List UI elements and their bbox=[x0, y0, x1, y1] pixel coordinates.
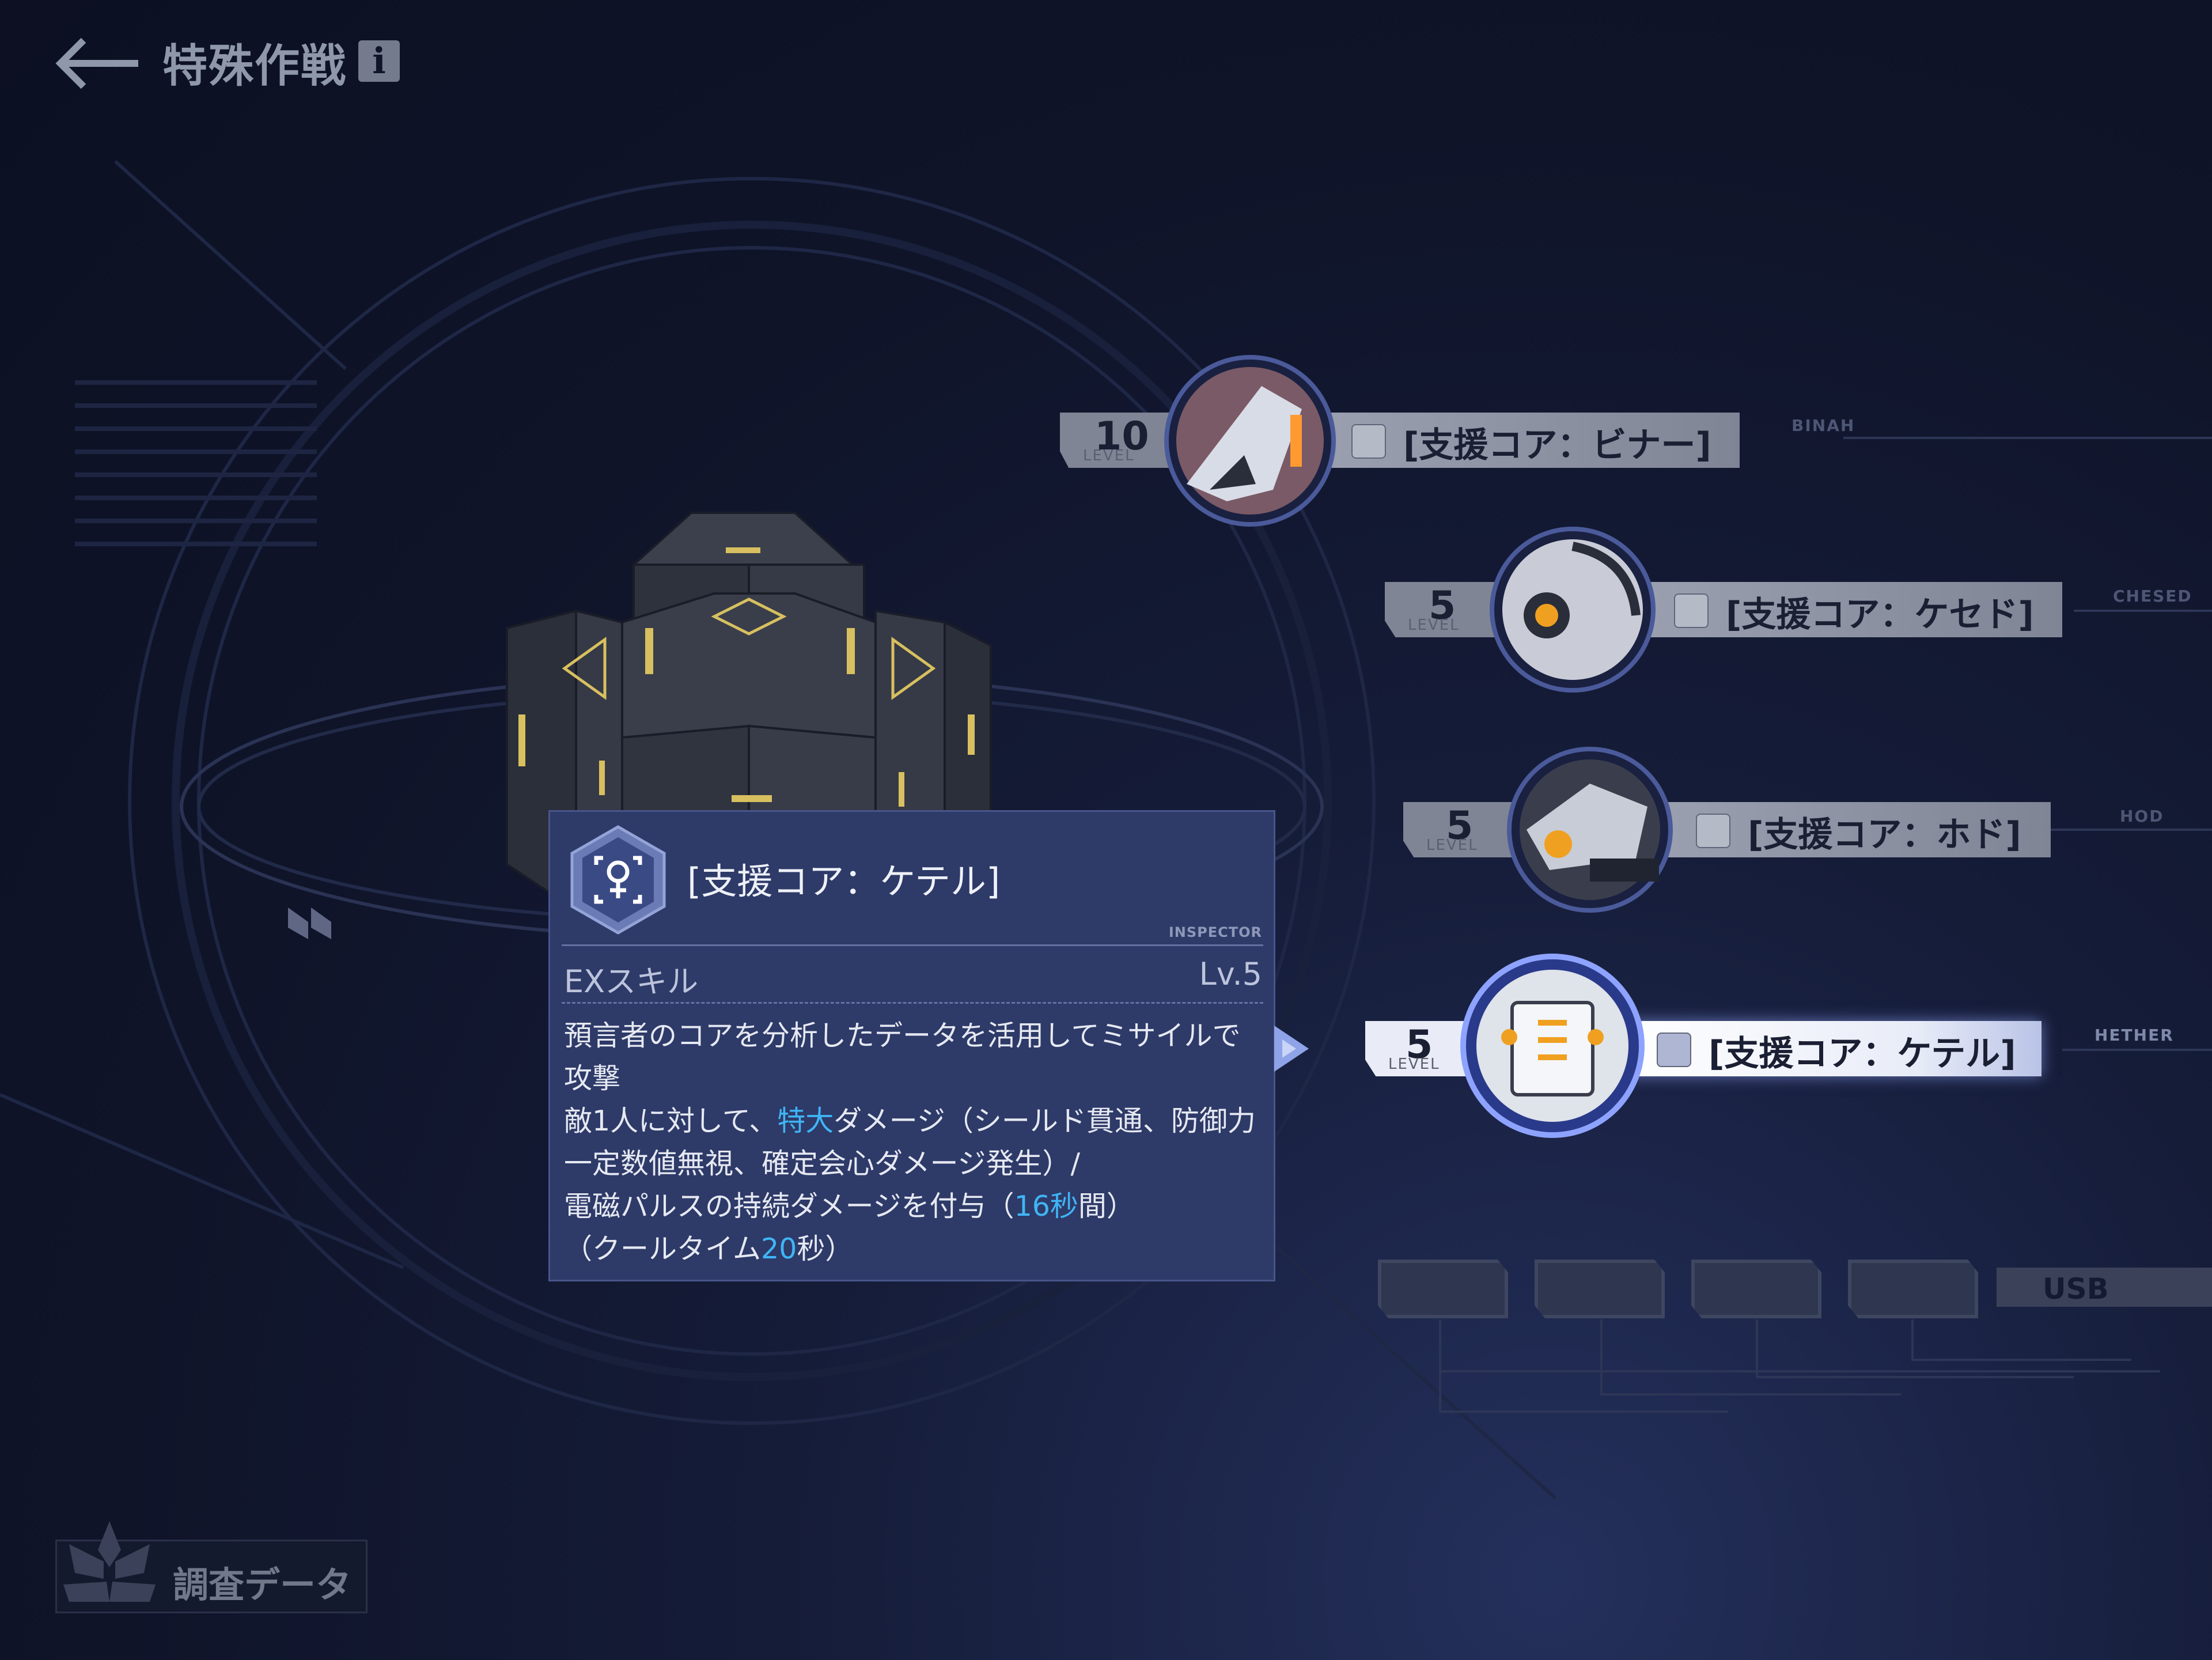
desc-text: 敵1人に対して、 bbox=[564, 1105, 778, 1137]
core-name: [支援コア：ホド] bbox=[1748, 815, 2021, 855]
tooltip-title: [支援コア：ケテル] bbox=[687, 860, 1001, 902]
usb-slot-1[interactable] bbox=[1378, 1260, 1508, 1318]
desc-line-1: 預言者のコアを分析したデータを活用してミサイルで攻撃 bbox=[564, 1019, 1241, 1095]
core-tag: HETHER bbox=[2094, 1026, 2174, 1045]
skill-tooltip: [支援コア：ケテル] INSPECTOR EXスキル Lv.5 預言者のコアを分… bbox=[548, 810, 1275, 1281]
usb-label: USB bbox=[2043, 1272, 2109, 1306]
target-skill-icon bbox=[570, 825, 666, 935]
desc-line-4: （クールタイム20秒） bbox=[564, 1228, 1267, 1270]
divider bbox=[562, 944, 1263, 946]
desc-line-3: 電磁パルスの持続ダメージを付与（16秒間） bbox=[564, 1185, 1267, 1228]
survey-data-label: 調査データ bbox=[173, 1564, 352, 1606]
usb-slot-3[interactable] bbox=[1691, 1260, 1821, 1318]
skill-type-label: EXスキル bbox=[564, 963, 699, 1000]
desc-highlight: 20 bbox=[761, 1232, 797, 1265]
desc-text: 間） bbox=[1078, 1190, 1135, 1223]
core-type-icon bbox=[1674, 593, 1709, 628]
chesed-portrait-icon bbox=[1490, 527, 1656, 693]
core-type-icon bbox=[1696, 814, 1730, 848]
level-label: LEVEL bbox=[1408, 617, 1460, 634]
desc-text: 電磁パルスの持続ダメージを付与（ bbox=[564, 1190, 1014, 1223]
inspector-tag: INSPECTOR bbox=[1168, 924, 1262, 940]
kether-portrait-icon bbox=[1460, 954, 1645, 1138]
back-arrow-icon[interactable] bbox=[55, 35, 141, 92]
level-label: LEVEL bbox=[1388, 1056, 1440, 1073]
leaf-emblem-icon bbox=[63, 1521, 156, 1602]
hod-portrait-icon bbox=[1507, 747, 1673, 913]
core-tag: CHESED bbox=[2113, 587, 2192, 606]
core-name: [支援コア：ケテル] bbox=[1709, 1034, 2016, 1074]
skill-description: 預言者のコアを分析したデータを活用してミサイルで攻撃 敵1人に対して、特大ダメー… bbox=[564, 1015, 1267, 1270]
usb-slot-2[interactable] bbox=[1535, 1260, 1665, 1318]
desc-highlight: 16秒 bbox=[1014, 1190, 1078, 1223]
core-name: [支援コア：ビナー] bbox=[1403, 425, 1711, 466]
core-type-icon bbox=[1657, 1033, 1691, 1067]
desc-text: 秒） bbox=[797, 1232, 854, 1265]
core-tag: HOD bbox=[2120, 807, 2164, 826]
skill-level: Lv.5 bbox=[1199, 956, 1262, 992]
desc-text: （クールタイム bbox=[564, 1232, 762, 1265]
usb-slot-4[interactable] bbox=[1848, 1260, 1978, 1318]
binah-portrait-icon bbox=[1164, 355, 1336, 527]
page-title: 特殊作戦 bbox=[162, 40, 347, 92]
tooltip-pointer-icon bbox=[1274, 1026, 1309, 1072]
desc-line-2: 敵1人に対して、特大ダメージ（シールド貫通、防御力一定数値無視、確定会心ダメージ… bbox=[564, 1100, 1267, 1185]
dashed-divider bbox=[562, 1002, 1263, 1004]
info-icon[interactable]: i bbox=[358, 40, 400, 82]
desc-highlight: 特大 bbox=[777, 1105, 834, 1137]
level-label: LEVEL bbox=[1083, 447, 1135, 464]
core-type-icon bbox=[1351, 424, 1386, 459]
core-name: [支援コア：ケセド] bbox=[1726, 595, 2034, 635]
core-tag: BINAH bbox=[1791, 416, 1855, 435]
level-label: LEVEL bbox=[1426, 837, 1478, 854]
